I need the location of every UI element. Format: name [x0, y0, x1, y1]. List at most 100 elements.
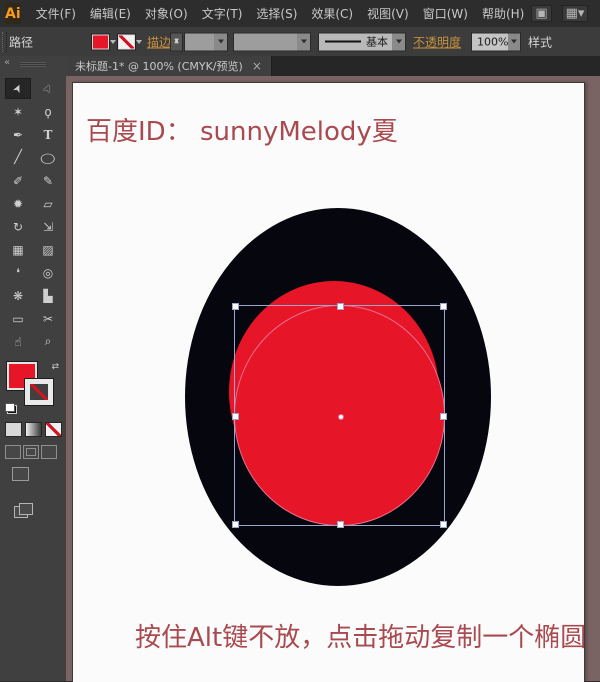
selection-handle[interactable]	[232, 303, 239, 310]
rotate-tool-icon[interactable]: ↻	[5, 216, 31, 237]
menu-item-edit[interactable]: 编辑(E)	[83, 1, 138, 26]
brush-definition-dropdown[interactable]: 基本	[318, 32, 406, 51]
menu-item-help[interactable]: 帮助(H)	[475, 1, 531, 26]
selection-center-point[interactable]	[338, 414, 344, 420]
line-segment-tool-icon[interactable]: ╱	[5, 147, 31, 168]
fill-dropdown-icon[interactable]	[110, 39, 116, 44]
document-tab[interactable]: 未标题-1* @ 100% (CMYK/预览) ×	[66, 56, 272, 76]
menu-item-effect[interactable]: 效果(C)	[304, 1, 360, 26]
menu-item-object[interactable]: 对象(O)	[138, 1, 195, 26]
panels-icon[interactable]	[14, 503, 33, 518]
artboard-tool-icon[interactable]: ▭	[5, 308, 31, 329]
eyedropper-tool-glyph: ❛	[16, 265, 20, 280]
opacity-panel-link[interactable]: 不透明度	[413, 33, 461, 50]
lasso-tool-glyph: ϙ	[44, 104, 52, 119]
screen-mode-button[interactable]	[12, 467, 29, 481]
illustrator-window: Ai 文件(F) 编辑(E) 对象(O) 文字(T) 选择(S) 效果(C) 视图(V) 窗口…	[0, 0, 600, 682]
stepper-down-icon[interactable]: ▼	[174, 38, 179, 45]
draw-behind-button[interactable]	[23, 445, 39, 459]
lasso-tool-icon[interactable]: ϙ	[35, 101, 61, 122]
arrange-documents-icon[interactable]: ▦▾	[561, 5, 589, 22]
scale-tool-icon[interactable]: ⇲	[35, 216, 61, 237]
fill-color-swatch[interactable]	[91, 33, 110, 50]
selection-handle[interactable]	[440, 521, 447, 528]
slice-tool-icon[interactable]: ✂	[35, 308, 61, 329]
panel-drag-grip[interactable]	[20, 62, 46, 67]
width-profile-dropdown[interactable]	[233, 32, 311, 51]
zoom-tool-icon[interactable]: ⌕	[35, 331, 61, 352]
selection-tool-icon[interactable]: ➤	[5, 78, 31, 99]
eraser-tool-glyph: ▱	[43, 196, 53, 211]
blend-tool-glyph: ◎	[42, 265, 54, 280]
stroke-indicator[interactable]	[24, 378, 54, 406]
pencil-tool-icon[interactable]: ✎	[35, 170, 61, 191]
menu-bar: Ai 文件(F) 编辑(E) 对象(O) 文字(T) 选择(S) 效果(C) 视图(V) 窗口…	[0, 0, 600, 28]
menu-item-window[interactable]: 窗口(W)	[416, 1, 475, 26]
symbol-sprayer-tool-icon[interactable]: ❋	[5, 285, 31, 306]
screen-mode-row	[12, 467, 66, 481]
magic-wand-tool-icon[interactable]: ✶	[5, 101, 31, 122]
pen-tool-glyph: ✒	[12, 127, 24, 142]
menu-items: 文件(F) 编辑(E) 对象(O) 文字(T) 选择(S) 效果(C) 视图(V) 窗口(W)…	[29, 1, 532, 26]
pen-tool-icon[interactable]: ✒	[5, 124, 31, 145]
collapse-panel-icon[interactable]: «	[4, 57, 10, 68]
draw-normal-button[interactable]	[5, 445, 21, 459]
selection-handle[interactable]	[232, 521, 239, 528]
type-tool-icon[interactable]: T	[35, 124, 61, 145]
gradient-button[interactable]	[25, 422, 42, 437]
draw-inside-button[interactable]	[41, 445, 57, 459]
default-fill-stroke-icon[interactable]	[5, 403, 17, 414]
column-graph-tool-icon[interactable]: ▙	[35, 285, 61, 306]
tools-panel: « ➤ ➤ ✶ ϙ ✒ T ╱ ◯ ✐ ✎ ✹ ▱ ↻ ⇲ ▦ ▨ ❛ ◎ ❋ ▙ ▭ ✂ ☝ ⌕ ⇄	[0, 56, 67, 681]
style-label[interactable]: 样式	[528, 33, 552, 50]
panel-grip[interactable]	[2, 31, 7, 52]
blob-brush-tool-glyph: ✹	[12, 196, 24, 211]
selection-handle[interactable]	[440, 303, 447, 310]
menu-item-file[interactable]: 文件(F)	[29, 1, 83, 26]
eraser-tool-icon[interactable]: ▱	[35, 193, 61, 214]
control-bar: 路径 描边 ▲ ▼ 基本 不透明度 100% 样式	[0, 27, 600, 57]
direct-selection-tool-icon[interactable]: ➤	[35, 78, 61, 99]
selection-handle[interactable]	[440, 413, 447, 420]
opacity-dropdown[interactable]: 100%	[471, 32, 521, 51]
document-tab-bar: 未标题-1* @ 100% (CMYK/预览) ×	[66, 56, 600, 76]
hand-tool-icon[interactable]: ☝	[5, 331, 31, 352]
direct-selection-tool-glyph: ➤	[40, 81, 56, 96]
stroke-dropdown-icon[interactable]	[136, 39, 142, 44]
none-button[interactable]	[45, 422, 62, 437]
canvas-bottom-text[interactable]: 按住Alt键不放，点击拖动复制一个椭圆	[135, 617, 584, 654]
ellipse-tool-icon[interactable]: ◯	[35, 147, 61, 168]
brush-definition-value: 基本	[366, 35, 388, 49]
menu-item-select[interactable]: 选择(S)	[249, 1, 304, 26]
selection-handle[interactable]	[232, 413, 239, 420]
stroke-weight-stepper[interactable]: ▲ ▼	[170, 32, 183, 51]
stroke-weight-dropdown[interactable]	[184, 32, 228, 51]
tools-panel-header: «	[0, 56, 66, 72]
stroke-color-swatch[interactable]	[117, 33, 136, 50]
gradient-tool-icon[interactable]: ▨	[35, 239, 61, 260]
selection-handle[interactable]	[337, 521, 344, 528]
blend-tool-icon[interactable]: ◎	[35, 262, 61, 283]
canvas-top-text[interactable]: 百度ID： sunnyMelody夏	[86, 111, 398, 148]
magic-wand-tool-glyph: ✶	[12, 104, 24, 119]
ellipse-tool-glyph: ◯	[40, 151, 56, 164]
swap-fill-stroke-icon[interactable]: ⇄	[51, 362, 59, 372]
document-tab-title: 未标题-1* @ 100% (CMYK/预览)	[75, 60, 243, 73]
menu-item-type[interactable]: 文字(T)	[195, 1, 250, 26]
mesh-tool-glyph: ▦	[12, 242, 24, 257]
selection-handle[interactable]	[337, 303, 344, 310]
artboard[interactable]: 百度ID： sunnyMelody夏 按住Alt键不放，点击拖动复制一个椭圆	[72, 82, 585, 682]
paintbrush-tool-icon[interactable]: ✐	[5, 170, 31, 191]
eyedropper-tool-icon[interactable]: ❛	[5, 262, 31, 283]
scale-tool-glyph: ⇲	[42, 219, 54, 234]
drawing-mode-buttons	[5, 445, 66, 459]
artboard-tool-glyph: ▭	[12, 311, 24, 326]
go-to-bridge-icon[interactable]: ▣	[531, 5, 552, 22]
menu-item-view[interactable]: 视图(V)	[360, 1, 416, 26]
line-segment-tool-glyph: ╱	[14, 150, 22, 165]
color-button[interactable]	[5, 422, 22, 437]
blob-brush-tool-icon[interactable]: ✹	[5, 193, 31, 214]
stroke-panel-link[interactable]: 描边	[147, 33, 171, 50]
mesh-tool-icon[interactable]: ▦	[5, 239, 31, 260]
close-tab-icon[interactable]: ×	[252, 59, 262, 73]
